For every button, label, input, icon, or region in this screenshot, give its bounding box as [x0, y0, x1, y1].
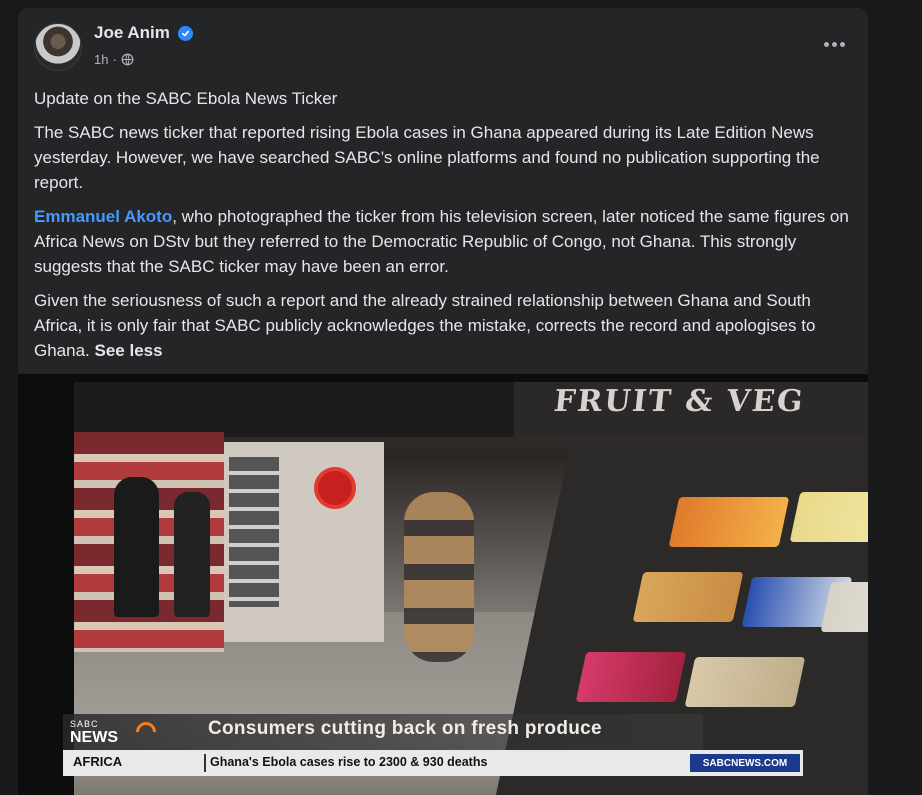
- store-shelf-unit: [229, 457, 279, 607]
- author-name[interactable]: Joe Anim: [94, 23, 170, 43]
- store-sign: FRUIT & VEG: [552, 384, 807, 419]
- author-avatar[interactable]: [34, 23, 82, 71]
- verified-badge-icon: [178, 26, 193, 41]
- post-text: Update on the SABC Ebola News Ticker The…: [34, 86, 854, 372]
- post-paragraph-1: The SABC news ticker that reported risin…: [34, 123, 820, 192]
- produce-bin: [789, 492, 868, 542]
- news-headline: Consumers cutting back on fresh produce: [208, 718, 602, 739]
- more-options-icon[interactable]: [816, 30, 852, 58]
- basket-stand: [404, 492, 474, 662]
- shopper-figure-2: [174, 492, 210, 617]
- shopper-figure: [114, 477, 159, 617]
- fire-hose-reel: [314, 467, 356, 509]
- produce-bin: [668, 497, 790, 547]
- post-time[interactable]: 1h: [94, 52, 108, 67]
- post-title: Update on the SABC Ebola News Ticker: [34, 89, 338, 108]
- ticker-region-label: AFRICA: [73, 754, 123, 769]
- produce-bin: [575, 652, 687, 702]
- post-photo[interactable]: FRUIT & VEG SABC NEWS Consumers cutting …: [18, 374, 868, 795]
- mention-link[interactable]: Emmanuel Akoto: [34, 207, 172, 226]
- sabc-news-logo: SABC NEWS: [70, 716, 162, 750]
- ticker-text: Ghana's Ebola cases rise to 2300 & 930 d…: [210, 755, 488, 769]
- post-paragraph-2: Emmanuel Akoto, who photographed the tic…: [34, 204, 854, 279]
- post-header: Joe Anim 1h ·: [18, 8, 868, 74]
- ticker-divider: [204, 754, 206, 772]
- post-paragraph-3: Given the seriousness of such a report a…: [34, 288, 854, 363]
- produce-bin: [632, 572, 744, 622]
- website-label: SABCNEWS.COM: [690, 754, 800, 772]
- post-card: Joe Anim 1h · Update on the SABC Ebola N…: [18, 8, 868, 795]
- post-meta: 1h ·: [94, 52, 134, 67]
- produce-bin: [684, 657, 806, 707]
- globe-icon: [121, 53, 134, 66]
- see-less-button[interactable]: See less: [95, 341, 163, 360]
- meta-separator: ·: [112, 52, 117, 67]
